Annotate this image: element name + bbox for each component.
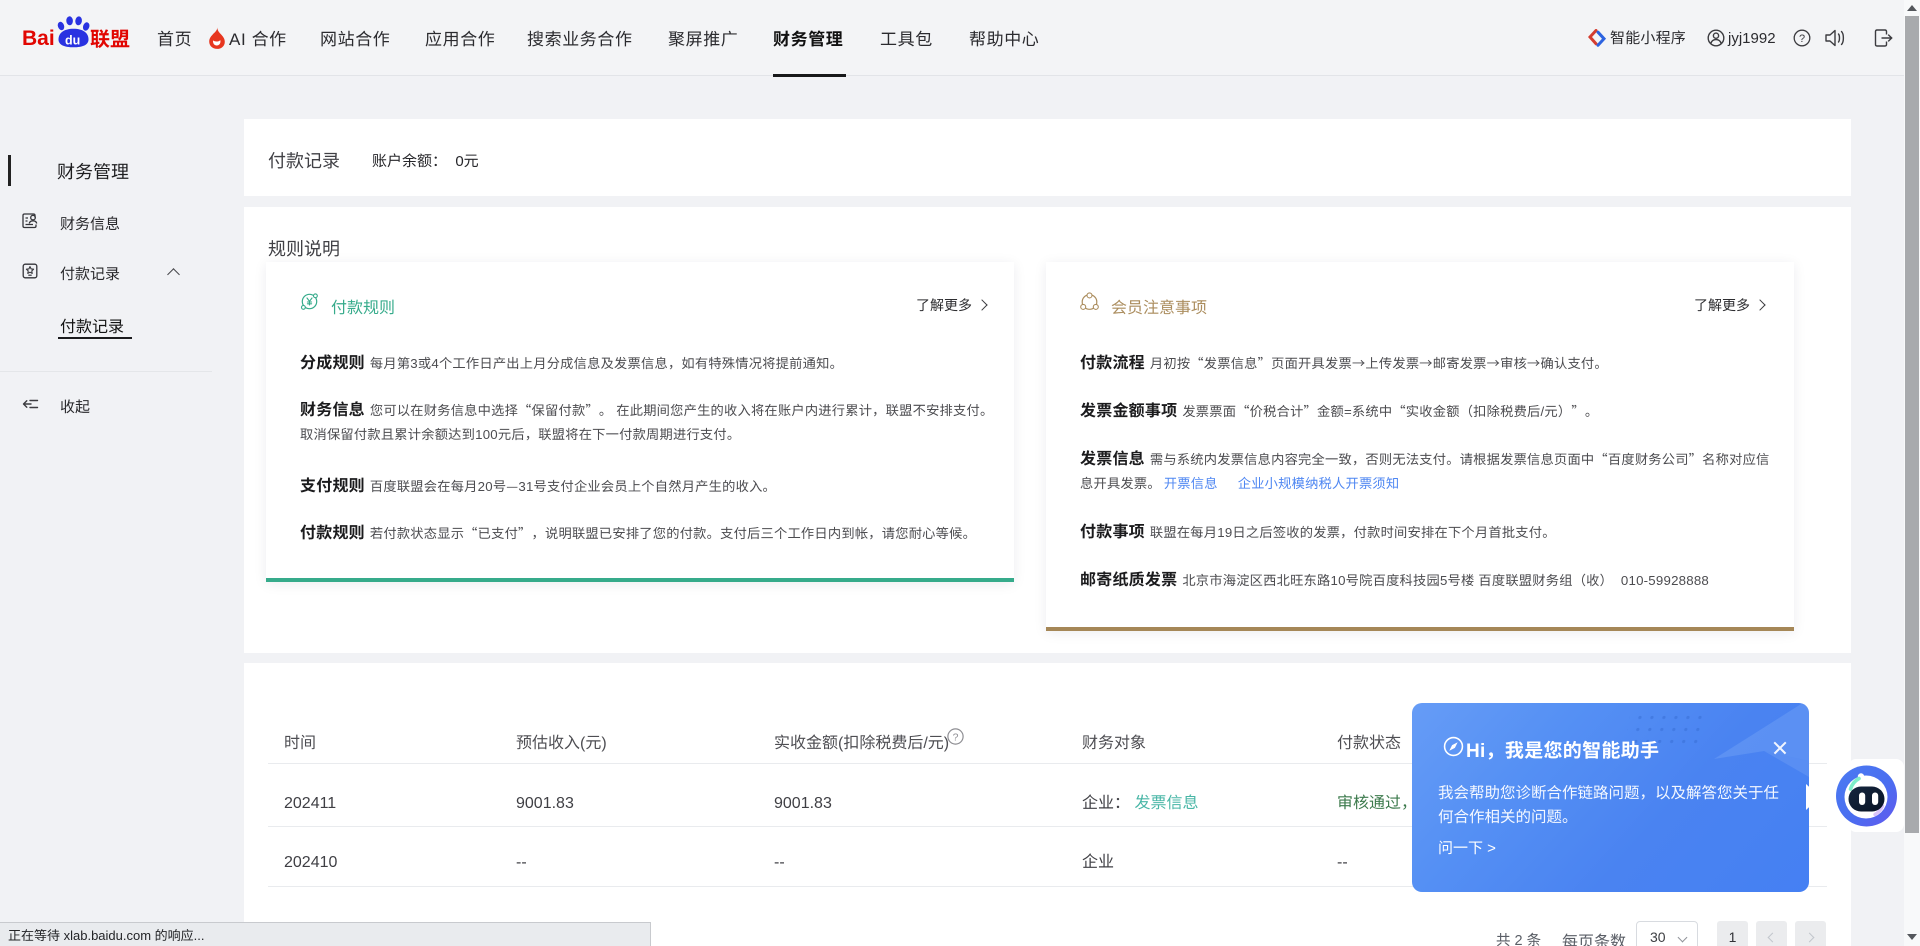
svg-text:?: ?: [1799, 33, 1805, 45]
svg-text:?: ?: [953, 731, 959, 743]
svg-text:Bai: Bai: [22, 27, 55, 50]
svg-text:联盟: 联盟: [90, 23, 130, 52]
svg-text:du: du: [65, 34, 80, 48]
